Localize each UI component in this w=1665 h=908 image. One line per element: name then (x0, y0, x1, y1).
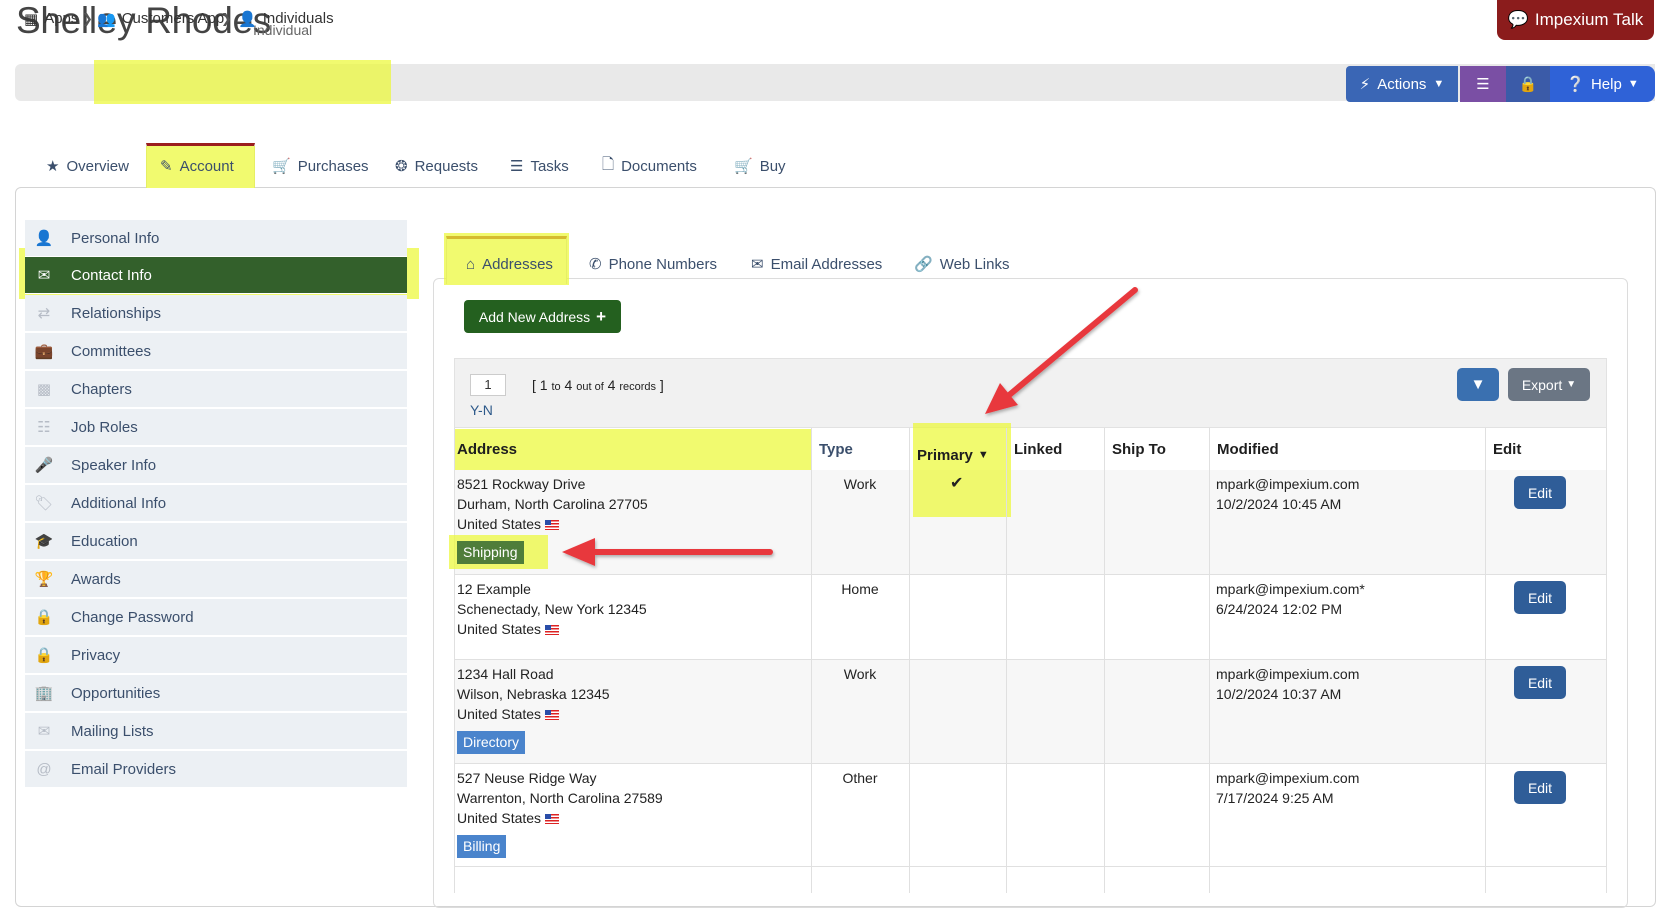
arrow-to-shipping (562, 538, 773, 566)
annotation-arrows (562, 287, 1138, 566)
arrow-to-primary (985, 287, 1138, 414)
